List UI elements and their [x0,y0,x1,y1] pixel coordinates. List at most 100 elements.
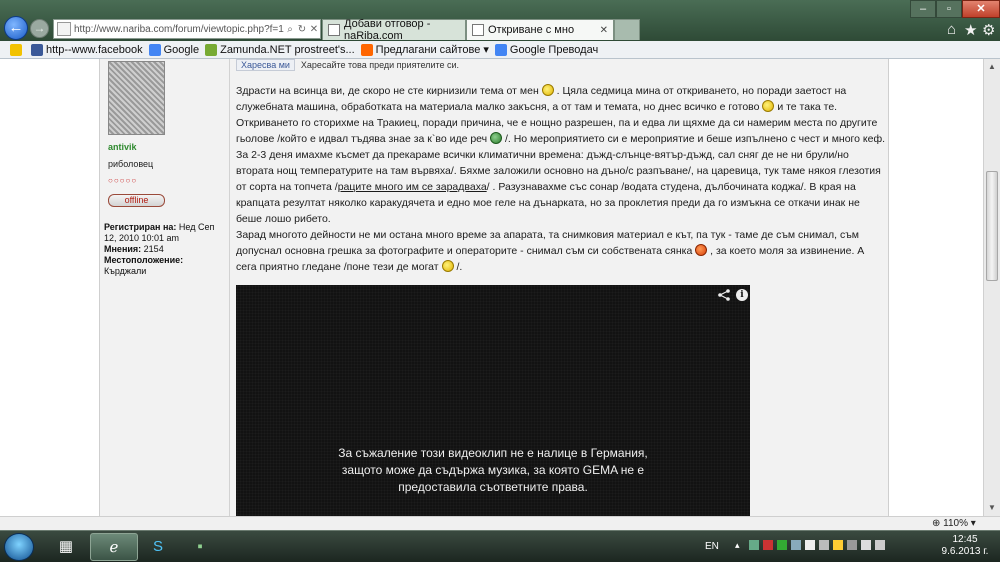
favorite-label: http--www.facebook [46,43,143,56]
tab-add-reply[interactable]: Добави отговор - naRiba.com [322,18,466,42]
info-icon[interactable]: i [736,289,748,301]
volume-icon[interactable] [875,540,885,550]
post-paragraph: Зарад многото дейности не ми остана мног… [236,227,886,275]
tray-arrow-icon[interactable]: ▴ [735,540,745,550]
stop-icon[interactable]: ✕ [308,24,320,35]
location-value: Кърджали [104,266,147,276]
author-rank: риболовец [108,159,154,169]
minimize-button[interactable]: – [910,0,936,18]
favorite-label: Google [163,43,200,56]
post-paragraph: За 2-3 деня имахме късмет да прекараме в… [236,147,886,227]
like-text: Харесайте това преди приятелите си. [300,60,460,70]
tab-active-topic[interactable]: Откриване с мно ✕ [466,19,614,40]
favorite-label: Предлагани сайтове ▾ [375,44,489,56]
facebook-like-row: Харесва ми Харесайте това преди приятели… [236,59,459,71]
tray-app-icon[interactable] [763,540,773,550]
tab-title: Откриване с мно [488,24,575,36]
post-body: Здрасти на всинца ви, де скоро не сте ки… [236,83,886,275]
forward-button[interactable]: → [30,19,49,38]
post-underlined-text: раците много им се зарадваха [337,181,487,193]
tray-app-icon[interactable] [805,540,815,550]
clock[interactable]: 12:45 9.6.2013 г. [940,534,990,558]
maximize-button[interactable]: ▫ [936,0,962,18]
share-icon[interactable] [718,289,730,301]
tools-gear-icon[interactable]: ⚙ [982,21,995,39]
registered-label: Регистриран на: [104,222,177,232]
system-tray: ▴ [735,540,935,554]
back-button[interactable]: ← [4,16,28,40]
video-unavailable-message: За съжаление този видеоклип не е налице … [296,445,690,496]
avatar[interactable] [108,61,165,135]
author-username[interactable]: antivik [108,142,137,152]
start-button[interactable] [4,533,34,561]
post-text: /. [456,261,463,273]
internet-explorer-icon[interactable]: ℯ [90,533,138,561]
favorites-star-icon[interactable]: ★ [964,21,977,39]
home-icon[interactable]: ⌂ [947,21,956,38]
author-profile-info: Регистриран на: Нед Сеп 12, 2010 10:01 a… [104,222,226,277]
tray-app-icon[interactable] [819,540,829,550]
skype-icon[interactable]: S [138,533,178,561]
posts-label: Мнения: [104,244,142,254]
close-window-button[interactable]: ✕ [962,0,1000,18]
tray-app-icon[interactable] [749,540,759,550]
tray-app-icon[interactable] [833,540,843,550]
suggested-sites-icon [360,43,373,56]
page-viewport: antivik риболовец ○○○○○ offline Регистри… [0,59,1000,516]
video-message-line: предоставила съответните права. [398,480,588,494]
grin-icon [762,100,775,112]
close-tab-icon[interactable]: ✕ [600,25,608,36]
address-bar[interactable]: http://www.nariba.com/forum/viewtopic.ph… [53,19,321,39]
network-icon[interactable] [861,540,871,550]
embedded-video-player[interactable]: i За съжаление този видеоклип не е налиц… [236,285,750,516]
address-url[interactable]: http://www.nariba.com/forum/viewtopic.ph… [74,24,284,35]
tab-favicon-icon [328,24,340,36]
favorite-google-translate[interactable]: Google Преводач [494,43,599,56]
language-indicator[interactable]: EN [705,541,719,552]
tab-favicon-icon [472,24,484,36]
app-green-icon[interactable]: ▪ [180,533,220,561]
video-message-line: защото може да съдържа музика, за която … [341,463,645,477]
post-text: и те така те. [777,101,838,113]
post-author-panel: antivik риболовец ○○○○○ offline Регистри… [100,59,230,516]
new-tab-button[interactable] [614,19,640,40]
rank-stars: ○○○○○ [108,176,138,185]
scroll-up-arrow-icon[interactable]: ▲ [984,59,1000,75]
post-paragraph: Здрасти на всинца ви, де скоро не сте ки… [236,83,886,115]
refresh-icon[interactable]: ↻ [296,24,308,35]
scroll-down-arrow-icon[interactable]: ▼ [984,500,1000,516]
site-favicon-icon [57,22,71,36]
status-badge: offline [108,194,165,207]
favorites-bar: http--www.facebook Google Zamunda.NET pr… [0,41,1000,59]
scrollbar-thumb[interactable] [986,171,998,281]
calculator-icon[interactable]: ▦ [46,533,86,561]
post-paragraph: Откриването го сторихме на Тракиец, пора… [236,115,886,147]
favorite-suggested-sites[interactable]: Предлагани сайтове ▾ [360,43,489,56]
favorite-google[interactable]: Google [148,43,200,56]
google-icon [494,43,507,56]
post-text: Здрасти на всинца ви, де скоро не сте ки… [236,85,539,97]
status-bar: ⊕ 110% ▾ [0,516,1000,530]
clock-time: 12:45 [952,534,978,545]
tab-title: Добави отговор - naRiba.com [344,18,431,42]
favorites-star-icon[interactable] [10,43,25,56]
favorite-zamunda[interactable]: Zamunda.NET prostreet's... [205,43,355,56]
confused-icon [441,260,454,272]
search-dropdown-icon[interactable]: ⌕ [284,24,296,35]
post-text: /. Но мероприятието си е мероприятие и б… [504,133,886,145]
location-label: Местоположение: [104,255,184,265]
posts-value: 2154 [143,244,164,254]
tray-app-icon[interactable] [791,540,801,550]
tray-app-icon[interactable] [847,540,857,550]
favorite-facebook[interactable]: http--www.facebook [31,43,143,56]
vertical-scrollbar[interactable]: ▲ ▼ [983,59,1000,516]
zoom-value: 110% [943,518,969,529]
tray-app-icon[interactable] [777,540,787,550]
favorite-label: Google Преводач [509,43,599,56]
like-button[interactable]: Харесва ми [236,59,295,71]
wink-green-icon [490,132,503,144]
windows-taskbar: ▦ ℯ S ▪ EN ▴ 12:45 9.6.2013 г. [0,530,1000,562]
favorite-label: Zamunda.NET prostreet's... [220,43,355,56]
zoom-level[interactable]: ⊕ 110% ▾ [932,518,976,529]
embarrassed-icon [695,244,708,256]
